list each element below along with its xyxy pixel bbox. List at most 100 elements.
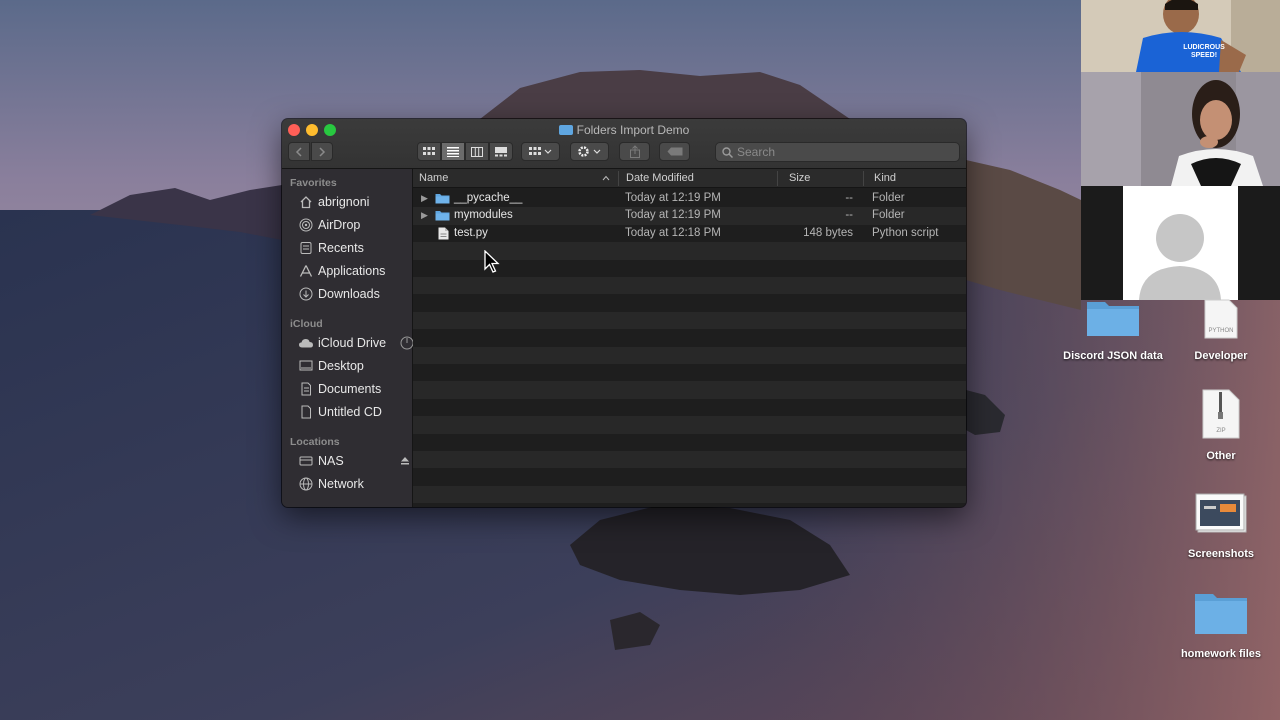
row-stripe [413, 416, 966, 434]
row-stripe [413, 364, 966, 382]
window-titlebar[interactable]: Folders Import Demo [282, 119, 966, 169]
sidebar-item-network[interactable]: Network [298, 474, 408, 494]
disclosure-triangle-icon[interactable]: ▶ [421, 210, 428, 221]
downloads-icon [298, 286, 314, 302]
folder-icon [435, 209, 450, 224]
document-icon [298, 404, 314, 420]
home-icon [298, 194, 314, 210]
file-date: Today at 12:18 PM [625, 226, 721, 239]
tags-button[interactable] [659, 142, 690, 161]
sidebar-item-nas[interactable]: NAS [298, 451, 410, 471]
row-stripe [413, 329, 966, 347]
sidebar-item-label: iCloud Drive [318, 336, 387, 350]
file-kind: Python script [872, 226, 939, 239]
group-icon [528, 146, 551, 155]
search-icon [722, 146, 733, 158]
sidebar-item-label: Untitled CD [318, 405, 382, 419]
share-icon [629, 145, 640, 158]
column-header-date[interactable]: Date Modified [626, 172, 694, 184]
column-view-button[interactable] [465, 142, 489, 161]
eject-icon[interactable] [400, 455, 410, 469]
sidebar-item-label: AirDrop [318, 218, 361, 232]
desktop-icon [298, 358, 314, 374]
desktop-icon-label: Developer [1194, 350, 1248, 362]
list-item[interactable]: test.py Today at 12:18 PM 148 bytes Pyth… [413, 225, 966, 242]
nas-icon [298, 453, 314, 469]
row-stripe [413, 451, 966, 469]
avatar [1123, 186, 1238, 300]
column-header-row: Name Date Modified Size Kind [413, 169, 966, 188]
sidebar-item-documents[interactable]: Documents [298, 379, 408, 399]
column-header-name[interactable]: Name [419, 172, 448, 184]
file-size: -- [845, 192, 853, 204]
desktop-icon-discord-json-data[interactable]: Discord JSON data [1053, 298, 1173, 368]
list-icon [447, 146, 459, 157]
folder-icon [558, 125, 573, 135]
sidebar-item-label: Recents [318, 241, 364, 255]
gear-icon [577, 146, 600, 157]
list-item[interactable]: ▶ mymodules Today at 12:19 PM -- Folder [413, 207, 966, 224]
sidebar-item-abrignoni[interactable]: abrignoni [298, 192, 408, 212]
sidebar-item-recents[interactable]: Recents [298, 238, 408, 258]
document-icon [298, 381, 314, 397]
forward-button[interactable] [311, 142, 333, 161]
search-field[interactable] [715, 142, 960, 162]
file-name: mymodules [454, 209, 513, 222]
sidebar: Favorites abrignoni AirDrop Recents Appl… [282, 169, 414, 507]
row-stripe [413, 294, 966, 312]
column-header-size[interactable]: Size [789, 172, 810, 184]
desktop-icon-screenshots[interactable]: Screenshots [1161, 492, 1280, 564]
desktop-icon-developer[interactable]: PYTHON Developer [1161, 298, 1280, 368]
desktop-icon-label: Discord JSON data [1063, 350, 1163, 362]
folder-icon [1195, 594, 1247, 634]
file-name: test.py [454, 226, 488, 239]
column-header-kind[interactable]: Kind [874, 172, 896, 184]
sidebar-item-airdrop[interactable]: AirDrop [298, 215, 408, 235]
row-stripe [413, 277, 966, 295]
sidebar-item-applications[interactable]: Applications [298, 261, 408, 281]
row-stripe [413, 433, 966, 451]
window-title-text: Folders Import Demo [576, 123, 690, 137]
window-title: Folders Import Demo [282, 123, 966, 137]
screenshots-icon [1195, 493, 1247, 533]
sidebar-item-desktop[interactable]: Desktop [298, 356, 408, 376]
icon-view-button[interactable] [417, 142, 441, 161]
cloud-icon [298, 335, 314, 351]
airdrop-icon [298, 217, 314, 233]
gallery-view-button[interactable] [489, 142, 513, 161]
action-menu-button[interactable] [570, 142, 609, 161]
share-button[interactable] [619, 142, 650, 161]
sidebar-item-label: Applications [318, 264, 386, 278]
sidebar-item-untitled-cd[interactable]: Untitled CD [298, 402, 408, 422]
list-view-button[interactable] [441, 142, 465, 161]
back-button[interactable] [288, 142, 310, 161]
webcam-participant-1: LUDICROUS SPEED! [1081, 0, 1280, 72]
sidebar-item-label: Desktop [318, 359, 364, 373]
sidebar-section-locations: Locations [290, 436, 340, 448]
python-file-icon: PYTHON [1204, 299, 1238, 339]
disclosure-triangle-icon[interactable]: ▶ [421, 193, 428, 204]
svg-text:ZIP: ZIP [1216, 428, 1225, 434]
sidebar-item-icloud-drive[interactable]: iCloud Drive [298, 333, 414, 353]
gallery-icon [495, 146, 507, 156]
sidebar-item-label: Downloads [318, 287, 380, 301]
row-stripe [413, 346, 966, 364]
applications-icon [298, 263, 314, 279]
chevron-right-icon [319, 146, 326, 157]
sidebar-section-icloud: iCloud [290, 318, 323, 330]
desktop-icon-homework-files[interactable]: homework files [1161, 590, 1280, 662]
file-size: -- [845, 209, 853, 222]
sidebar-item-downloads[interactable]: Downloads [298, 284, 408, 304]
network-icon [298, 476, 314, 492]
list-item[interactable]: ▶ __pycache__ Today at 12:19 PM -- Folde… [413, 190, 966, 207]
file-date: Today at 12:19 PM [625, 192, 721, 204]
chevron-left-icon [295, 146, 302, 157]
sidebar-item-label: Network [318, 477, 364, 491]
file-kind: Folder [872, 192, 905, 204]
search-input[interactable] [737, 145, 937, 159]
zip-file-icon: ZIP [1202, 389, 1240, 439]
desktop-icon-other[interactable]: ZIP Other [1161, 388, 1280, 464]
file-kind: Folder [872, 209, 905, 222]
group-by-button[interactable] [521, 142, 560, 161]
webcam-shirt-text: LUDICROUS SPEED! [1183, 44, 1225, 59]
